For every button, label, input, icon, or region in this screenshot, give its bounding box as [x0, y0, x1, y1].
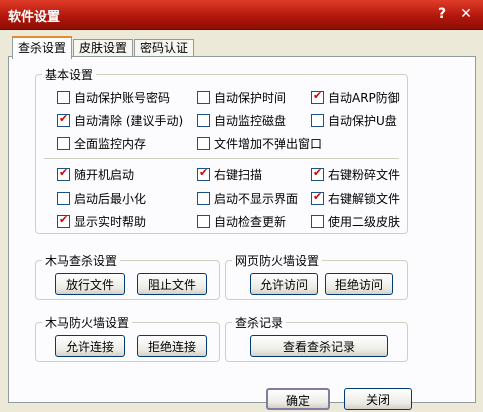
option-auto-clean[interactable]: 自动清除 (建议手动) [57, 112, 183, 128]
option-label: 自动检查更新 [214, 214, 287, 229]
trojan-scan-legend: 木马查杀设置 [45, 254, 118, 268]
checkbox[interactable] [197, 166, 210, 181]
allow-file-button[interactable]: 放行文件 [55, 273, 125, 295]
checkbox[interactable] [57, 166, 70, 181]
block-file-button[interactable]: 阻止文件 [137, 273, 207, 295]
tab-label: 查杀设置 [17, 41, 66, 55]
scan-log-legend: 查杀记录 [235, 316, 284, 330]
option-label: 右键解锁文件 [328, 191, 401, 206]
deny-connection-button[interactable]: 拒绝连接 [137, 335, 207, 357]
option-label: 文件增加不弹出窗口 [214, 136, 323, 151]
option-minimize-on-start[interactable]: 启动后最小化 [57, 190, 146, 206]
checkbox[interactable] [197, 191, 210, 205]
option-label: 自动清除 (建议手动) [74, 113, 184, 128]
window-title: 软件设置 [8, 10, 61, 25]
checkbox[interactable] [197, 90, 210, 104]
checkbox[interactable] [57, 90, 70, 104]
checkbox[interactable] [57, 213, 70, 228]
trojan-firewall-legend: 木马防火墙设置 [45, 316, 130, 330]
option-label: 右键粉碎文件 [328, 167, 401, 182]
deny-access-button[interactable]: 拒绝访问 [325, 273, 393, 295]
option-label: 全面监控内存 [74, 136, 147, 151]
option-label: 启动不显示界面 [214, 191, 299, 206]
option-hide-ui-on-start[interactable]: 启动不显示界面 [197, 190, 298, 206]
option-label: 自动保护U盘 [328, 113, 397, 128]
checkbox[interactable] [197, 214, 210, 228]
help-button[interactable]: ? [432, 5, 452, 24]
option-auto-update[interactable]: 自动检查更新 [197, 213, 286, 229]
option-protect-usb[interactable]: 自动保护U盘 [311, 112, 397, 128]
option-label: 右键扫描 [214, 167, 263, 182]
option-label: 自动监控磁盘 [214, 113, 287, 128]
checkbox[interactable] [311, 166, 324, 181]
title-bar: 软件设置 ? ✕ [0, 0, 483, 30]
checkbox[interactable] [311, 89, 324, 104]
checkbox[interactable] [57, 136, 70, 150]
option-realtime-help[interactable]: 显示实时帮助 [57, 213, 146, 229]
options-separator [44, 158, 399, 159]
option-start-with-boot[interactable]: 随开机启动 [57, 166, 134, 182]
view-scan-log-button[interactable]: 查看查杀记录 [250, 335, 388, 357]
option-protect-time[interactable]: 自动保护时间 [197, 89, 286, 105]
option-arp-defense[interactable]: 自动ARP防御 [311, 89, 400, 105]
allow-access-button[interactable]: 允许访问 [250, 273, 318, 295]
tab-label: 密码认证 [139, 41, 188, 55]
ok-button[interactable]: 确定 [266, 388, 330, 410]
option-label: 显示实时帮助 [74, 214, 147, 229]
option-label: 自动ARP防御 [328, 90, 400, 105]
option-label: 自动保护时间 [214, 90, 287, 105]
option-context-scan[interactable]: 右键扫描 [197, 166, 262, 182]
option-label: 使用二级皮肤 [328, 214, 401, 229]
tab-scan-settings[interactable]: 查杀设置 [12, 36, 72, 59]
checkbox[interactable] [57, 191, 70, 205]
close-button[interactable]: 关闭 [344, 388, 412, 410]
checkbox[interactable] [57, 112, 70, 127]
tab-password[interactable]: 密码认证 [134, 39, 194, 57]
option-context-shred[interactable]: 右键粉碎文件 [311, 166, 400, 182]
option-monitor-disk[interactable]: 自动监控磁盘 [197, 112, 286, 128]
web-firewall-legend: 网页防火墙设置 [235, 254, 320, 268]
checkbox[interactable] [311, 214, 324, 228]
option-label: 启动后最小化 [74, 191, 147, 206]
close-window-button[interactable]: ✕ [456, 5, 476, 24]
checkbox[interactable] [311, 113, 324, 127]
allow-connection-button[interactable]: 允许连接 [55, 335, 125, 357]
option-secondary-skin[interactable]: 使用二级皮肤 [311, 213, 400, 229]
tab-label: 皮肤设置 [78, 41, 127, 55]
checkbox[interactable] [311, 190, 324, 205]
option-label: 自动保护账号密码 [74, 90, 171, 105]
basic-settings-legend: 基本设置 [45, 68, 94, 82]
option-no-popup-on-file-add[interactable]: 文件增加不弹出窗口 [197, 135, 322, 151]
option-monitor-memory[interactable]: 全面监控内存 [57, 135, 146, 151]
option-context-unlock[interactable]: 右键解锁文件 [311, 190, 400, 206]
tab-skin-settings[interactable]: 皮肤设置 [73, 39, 133, 57]
option-protect-account-password[interactable]: 自动保护账号密码 [57, 89, 170, 105]
checkbox[interactable] [197, 136, 210, 150]
checkbox[interactable] [197, 113, 210, 127]
option-label: 随开机启动 [74, 167, 135, 182]
